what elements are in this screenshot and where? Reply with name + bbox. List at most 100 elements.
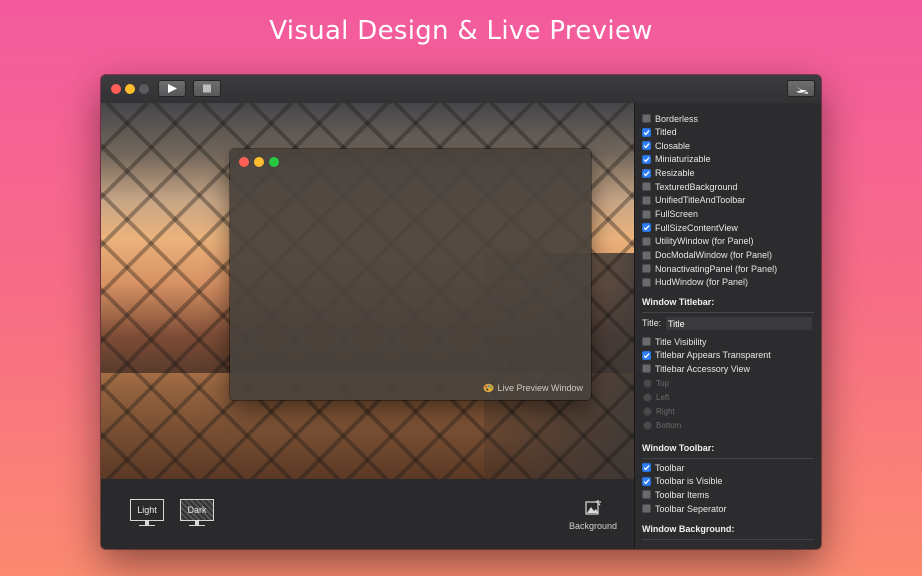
dark-mode-button[interactable]: Dark [180,499,216,533]
palette-icon [483,383,494,393]
checkbox-unchecked[interactable] [642,236,651,246]
radio-button[interactable] [643,392,652,402]
toolbar-option-toolbar[interactable]: Toolbar [642,461,685,474]
checkbox-unchecked[interactable] [642,277,651,287]
accessory-position-top[interactable]: Top [643,377,669,389]
style-mask-fullscreen[interactable]: FullScreen [642,208,698,221]
checkbox-label: Toolbar Seperator [655,503,727,514]
title-label: Title: [642,318,662,328]
checkmark-icon [643,225,650,231]
checkbox-checked[interactable] [642,168,651,178]
checkbox-checked[interactable] [642,141,651,151]
checkbox-checked[interactable] [642,476,651,486]
checkmark-icon [643,157,650,163]
radio-button[interactable] [643,421,652,431]
style-mask-texturedbackground[interactable]: TexturedBackground [642,180,738,193]
stop-button[interactable] [193,80,221,97]
swift-icon [795,85,808,94]
checkbox-label: NonactivatingPanel (for Panel) [655,263,778,274]
zoom-button[interactable] [139,84,149,94]
checkbox-unchecked[interactable] [642,264,651,274]
titlebar-option-title-visibility[interactable]: Title Visibility [642,335,707,348]
style-mask-docmodalwindow-for-panel[interactable]: DocModalWindow (for Panel) [642,249,772,262]
minimize-button[interactable] [125,84,135,94]
toolbar-option-toolbar-is-visible[interactable]: Toolbar is Visible [642,475,722,488]
close-button[interactable] [111,84,121,94]
toolbar-option-toolbar-items[interactable]: Toolbar Items [642,488,709,501]
titlebar-option-titlebar-accessory-view[interactable]: Titlebar Accessory View [642,362,750,375]
checkbox-label: Toolbar Items [655,489,710,500]
light-mode-button[interactable]: Light [130,499,166,533]
checkbox-checked[interactable] [642,463,651,472]
accessory-position-left[interactable]: Left [643,391,669,403]
checkbox-checked[interactable] [642,350,651,360]
toolbar-option-toolbar-seperator[interactable]: Toolbar Seperator [642,502,727,515]
style-mask-utilitywindow-for-panel[interactable]: UtilityWindow (for Panel) [642,235,754,248]
play-icon [168,84,177,93]
checkmark-icon [643,129,650,136]
checkbox-label: Titlebar Accessory View [655,363,751,374]
style-mask-nonactivatingpanel-for-panel[interactable]: NonactivatingPanel (for Panel) [642,262,777,275]
checkbox-label: UtilityWindow (for Panel) [655,236,754,247]
radio-button[interactable] [643,406,652,416]
dark-mode-label: Dark [180,499,214,521]
style-mask-borderless[interactable]: Borderless [642,112,698,125]
titlebar-option-titlebar-appears-transparent[interactable]: Titlebar Appears Transparent [642,349,771,362]
checkmark-icon [643,478,650,485]
style-mask-hudwindow-for-panel[interactable]: HudWindow (for Panel) [642,276,748,289]
checkbox-label: Titlebar Appears Transparent [655,350,771,361]
checkbox-label: Title Visibility [655,336,707,347]
checkbox-label: Miniaturizable [655,154,711,165]
radio-button[interactable] [643,378,652,388]
style-mask-closable[interactable]: Closable [642,139,690,152]
preview-zoom-button[interactable] [269,157,279,167]
radio-label: Bottom [656,421,682,431]
accessory-position-bottom[interactable]: Bottom [643,420,681,432]
style-mask-titled[interactable]: Titled [642,126,677,139]
checkbox-label: DocModalWindow (for Panel) [655,250,773,260]
style-mask-resizable[interactable]: Resizable [642,167,695,180]
checkbox-unchecked[interactable] [642,250,651,260]
checkbox-checked[interactable] [642,154,651,164]
accessory-position-right[interactable]: Right [643,405,675,417]
swift-button[interactable] [787,80,815,97]
checkbox-unchecked[interactable] [642,182,651,192]
titlebar-section-heading: Window Titlebar: [642,297,715,307]
checkbox-checked[interactable] [642,127,651,137]
live-preview-window[interactable]: Live Preview Window [230,149,591,400]
preview-canvas: Live Preview Window Light Dark Backgroun… [101,103,634,549]
style-mask-unifiedtitleandtoolbar[interactable]: UnifiedTitleAndToolbar [642,194,745,207]
background-section-heading: Window Background: [642,524,735,534]
preview-minimize-button[interactable] [254,157,264,167]
window-titlebar [101,75,821,104]
background-button[interactable]: Background [563,499,623,539]
checkbox-checked[interactable] [642,223,651,233]
checkmark-icon [643,143,650,149]
checkbox-unchecked[interactable] [642,490,651,500]
app-window: Live Preview Window Light Dark Backgroun… [101,75,821,549]
preview-close-button[interactable] [239,157,249,167]
checkbox-unchecked[interactable] [642,504,651,514]
run-button[interactable] [158,80,186,97]
checkbox-unchecked[interactable] [642,195,651,205]
checkbox-unchecked[interactable] [642,114,651,123]
checkmark-icon [643,170,650,176]
preview-caption: Live Preview Window [483,383,583,393]
style-mask-fullsizecontentview[interactable]: FullSizeContentView [642,221,738,234]
checkbox-unchecked[interactable] [642,337,651,346]
title-input[interactable] [666,317,812,330]
checkbox-unchecked[interactable] [642,364,651,374]
checkbox-label: Titled [655,127,677,138]
checkmark-icon [643,352,650,359]
radio-label: Top [656,378,669,388]
checkbox-label: FullSizeContentView [655,222,738,233]
settings-sidebar: Borderless Titled Closable Miniaturizable Re… [634,103,821,549]
preview-caption-text: Live Preview Window [497,383,583,393]
checkbox-unchecked[interactable] [642,209,651,219]
style-mask-miniaturizable[interactable]: Miniaturizable [642,153,711,166]
checkbox-label: Toolbar is Visible [655,476,723,487]
stop-icon [203,84,211,93]
radio-label: Left [656,392,670,402]
checkbox-label: FullScreen [655,209,699,220]
radio-label: Right [656,406,675,416]
